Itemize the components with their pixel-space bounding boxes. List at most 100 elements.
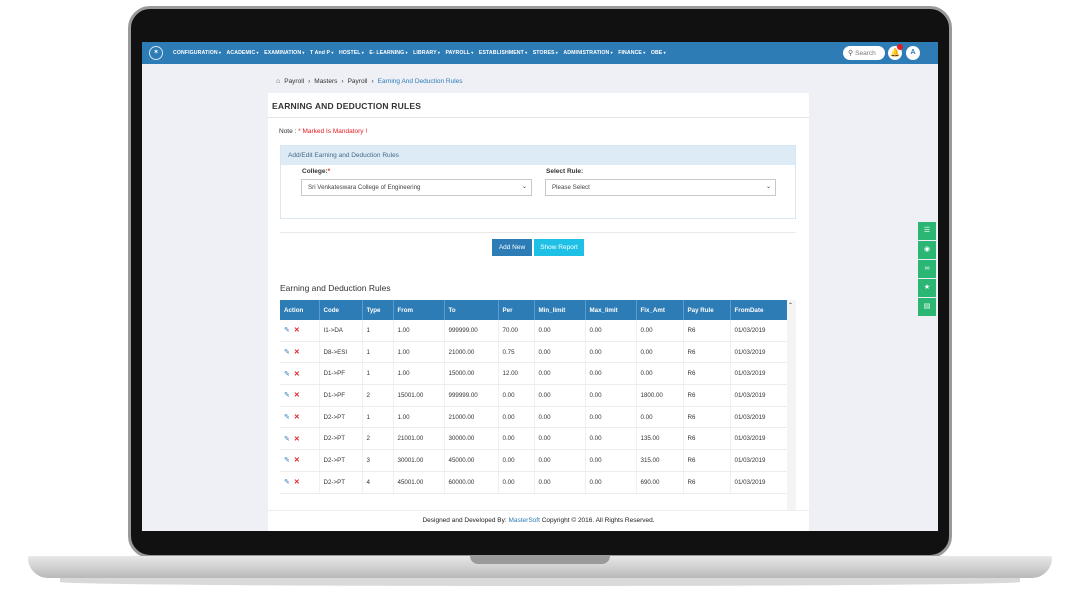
main-menu: CONFIGURATION ACADEMIC EXAMINATION T And P H… xyxy=(173,50,671,56)
college-select-value: Sri Venkateswara College of Engineering xyxy=(308,184,421,191)
edit-pencil-icon[interactable]: ✎ xyxy=(284,414,290,421)
delete-x-icon[interactable]: ✕ xyxy=(294,414,300,421)
table-cell: 01/03/2019 xyxy=(730,471,788,494)
table-cell: 01/03/2019 xyxy=(730,427,788,451)
link-icon[interactable]: ∞ xyxy=(918,260,936,278)
home-icon[interactable]: ⌂ xyxy=(276,78,280,85)
delete-x-icon[interactable]: ✕ xyxy=(294,371,300,378)
column-header-type[interactable]: Type xyxy=(362,300,394,320)
breadcrumb-item-payroll-2[interactable]: Payroll xyxy=(348,78,368,85)
edit-pencil-icon[interactable]: ✎ xyxy=(284,457,290,464)
menu-item-hostel[interactable]: HOSTEL xyxy=(339,50,364,56)
breadcrumb-separator: › xyxy=(371,78,374,85)
table-row: ✎ ✕ D1->PF 2 15001.00 999999.00 0.00 0.00 0.00 18… xyxy=(280,384,788,407)
table-cell: D1->PF xyxy=(319,384,363,407)
delete-x-icon[interactable]: ✕ xyxy=(294,392,300,399)
table-cell: 0.00 xyxy=(534,384,586,407)
table-cell: 1.00 xyxy=(393,341,445,364)
menu-item-library[interactable]: LIBRARY xyxy=(413,50,440,56)
user-avatar[interactable]: A xyxy=(906,46,920,60)
edit-pencil-icon[interactable]: ✎ xyxy=(284,436,290,443)
table-cell: 315.00 xyxy=(636,449,684,472)
menu-item-configuration[interactable]: CONFIGURATION xyxy=(173,50,221,56)
menu-item-examination[interactable]: EXAMINATION xyxy=(264,50,304,56)
college-select[interactable]: Sri Venkateswara College of Engineering … xyxy=(301,179,532,196)
delete-x-icon[interactable]: ✕ xyxy=(294,327,300,334)
table-cell: 21000.00 xyxy=(444,406,499,429)
column-header-pay-rule[interactable]: Pay Rule xyxy=(683,300,731,320)
required-star: * xyxy=(327,168,331,175)
breadcrumb-item-payroll[interactable]: Payroll xyxy=(284,78,304,85)
menu-item-payroll[interactable]: PAYROLL xyxy=(445,50,473,56)
table-cell: 0.00 xyxy=(534,406,586,429)
column-header-max-limit[interactable]: Max_limit xyxy=(585,300,637,320)
column-header-fix-amt[interactable]: Fix_Amt xyxy=(636,300,684,320)
table-cell: 45001.00 xyxy=(393,471,445,494)
breadcrumb-separator: › xyxy=(308,78,311,85)
table-cell: D2->PT xyxy=(319,449,363,472)
note-prefix: Note : xyxy=(279,128,297,135)
menu-item-administration[interactable]: ADMINISTRATION xyxy=(563,50,612,56)
menu-icon[interactable]: ☰ xyxy=(918,222,936,240)
table-row: ✎ ✕ D2->PT 2 21001.00 30000.00 0.00 0.00 0.00 135… xyxy=(280,427,788,451)
table-cell: R6 xyxy=(683,320,731,342)
menu-item-t-and-p[interactable]: T And P xyxy=(310,50,333,56)
breadcrumb-item-masters[interactable]: Masters xyxy=(314,78,337,85)
edit-pencil-icon[interactable]: ✎ xyxy=(284,349,290,356)
menu-item-academic[interactable]: ACADEMIC xyxy=(227,50,259,56)
show-report-button[interactable]: Show Report xyxy=(534,239,584,256)
action-cell: ✎ ✕ xyxy=(280,449,320,472)
menu-item-establishment[interactable]: ESTABLISHMENT xyxy=(479,50,527,56)
screen: ✶ CONFIGURATION ACADEMIC EXAMINATION T And … xyxy=(142,42,938,531)
menu-item-obe[interactable]: OBE xyxy=(651,50,666,56)
delete-x-icon[interactable]: ✕ xyxy=(294,457,300,464)
table-cell: R6 xyxy=(683,427,731,451)
delete-x-icon[interactable]: ✕ xyxy=(294,479,300,486)
column-header-from[interactable]: From xyxy=(393,300,445,320)
table-cell: 135.00 xyxy=(636,427,684,451)
college-label-text: College: xyxy=(302,168,328,175)
camera-icon[interactable]: ◉ xyxy=(918,241,936,259)
logo-icon[interactable]: ✶ xyxy=(149,46,163,60)
edit-pencil-icon[interactable]: ✎ xyxy=(284,371,290,378)
edit-pencil-icon[interactable]: ✎ xyxy=(284,392,290,399)
column-header-per[interactable]: Per xyxy=(498,300,535,320)
table-cell: 21000.00 xyxy=(444,341,499,364)
document-icon[interactable]: ▤ xyxy=(918,298,936,316)
edit-pencil-icon[interactable]: ✎ xyxy=(284,479,290,486)
table-cell: R6 xyxy=(683,406,731,429)
menu-item-stores[interactable]: STORES xyxy=(533,50,558,56)
table-body: ✎ ✕ I1->DA 1 1.00 999999.00 70.00 0.00 0.00 0.00 R… xyxy=(280,320,788,494)
add-new-button[interactable]: Add New xyxy=(492,239,532,256)
table-cell: 01/03/2019 xyxy=(730,406,788,429)
search-placeholder: Search xyxy=(855,49,876,57)
table-cell: 0.00 xyxy=(585,341,637,364)
column-header-action[interactable]: Action xyxy=(280,300,320,320)
rule-select[interactable]: Please Select ⌄ xyxy=(545,179,776,196)
column-header-min-limit[interactable]: Min_limit xyxy=(534,300,586,320)
column-header-fromdate[interactable]: FromDate xyxy=(730,300,788,320)
star-icon[interactable]: ★ xyxy=(918,279,936,297)
delete-x-icon[interactable]: ✕ xyxy=(294,349,300,356)
table-cell: I1->DA xyxy=(319,320,363,342)
column-header-code[interactable]: Code xyxy=(319,300,363,320)
scroll-up-icon[interactable]: ⌃ xyxy=(788,302,793,309)
table-scrollbar[interactable]: ⌃ xyxy=(787,300,796,522)
college-label: College:* xyxy=(302,168,330,175)
column-header-to[interactable]: To xyxy=(444,300,499,320)
action-cell: ✎ ✕ xyxy=(280,427,320,451)
search-box[interactable]: ⚲ Search xyxy=(843,46,885,60)
edit-pencil-icon[interactable]: ✎ xyxy=(284,327,290,334)
table-cell: 0.00 xyxy=(585,384,637,407)
footer-brand-link[interactable]: MasterSoft xyxy=(508,517,539,524)
table-row: ✎ ✕ D2->PT 4 45001.00 60000.00 0.00 0.00 0.00 690… xyxy=(280,471,788,494)
action-cell: ✎ ✕ xyxy=(280,471,320,494)
table-cell: 30000.00 xyxy=(444,427,499,451)
table-cell: D2->PT xyxy=(319,471,363,494)
table-cell: 0.00 xyxy=(585,449,637,472)
table-cell: 01/03/2019 xyxy=(730,362,788,386)
menu-item-e-learning[interactable]: E- LEARNING xyxy=(369,50,407,56)
table-row: ✎ ✕ D1->PF 1 1.00 15000.00 12.00 0.00 0.00 0.00 R6… xyxy=(280,362,788,386)
menu-item-finance[interactable]: FINANCE xyxy=(618,50,645,56)
delete-x-icon[interactable]: ✕ xyxy=(294,436,300,443)
